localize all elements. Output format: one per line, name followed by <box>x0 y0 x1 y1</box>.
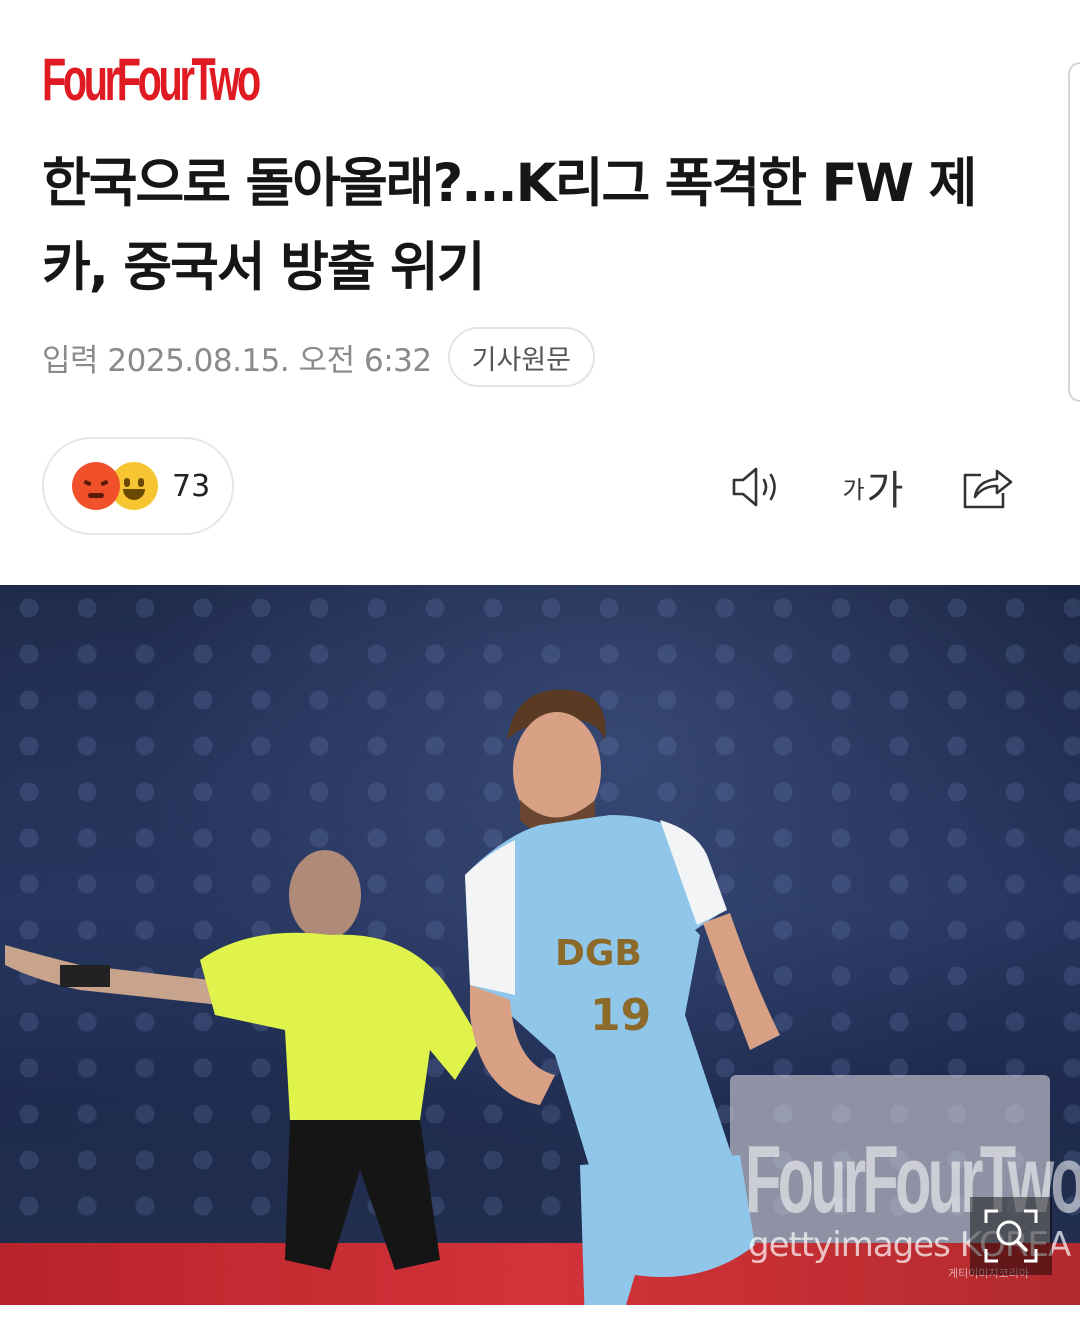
share-icon <box>963 469 1013 509</box>
svg-text:19: 19 <box>590 990 651 1041</box>
share-button[interactable] <box>958 458 1016 516</box>
article-meta: 입력 2025.08.15. 오전 6:32 기사원문 <box>42 325 595 389</box>
font-small-label: 가 <box>842 475 865 504</box>
original-article-button[interactable]: 기사원문 <box>447 327 595 387</box>
article-headline: 한국으로 돌아올래?...K리그 폭격한 FW 제카, 중국서 방출 위기 <box>42 153 977 298</box>
brand-logo[interactable]: FourFourTwo <box>42 50 261 110</box>
photo-zoom-button[interactable] <box>970 1197 1052 1275</box>
text-to-speech-button[interactable] <box>728 458 786 516</box>
reaction-count: 73 <box>172 468 211 504</box>
scrollbar[interactable] <box>1068 62 1080 402</box>
reaction-button[interactable]: 73 <box>42 437 234 535</box>
referee-figure <box>5 850 480 1270</box>
svg-text:DGB: DGB <box>555 933 642 974</box>
speaker-icon <box>732 467 776 507</box>
zoom-icon <box>984 1209 1038 1263</box>
angry-face-icon <box>72 462 120 510</box>
publish-date: 입력 2025.08.15. 오전 6:32 <box>42 342 432 379</box>
font-size-button[interactable]: 가 가 <box>838 458 908 516</box>
font-large-label: 가 <box>866 468 904 514</box>
article-photo[interactable]: DGB 19 FourFourTwo gettyimages KOREA 게티이… <box>0 585 1080 1305</box>
